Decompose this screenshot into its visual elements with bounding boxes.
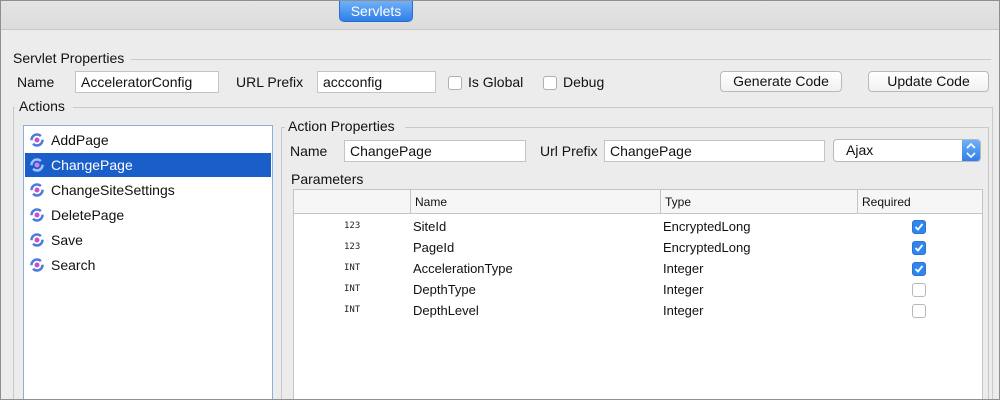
actions-list[interactable]: AddPage ChangePage ChangeSiteSettings De… <box>23 125 273 399</box>
column-header-name[interactable]: Name <box>411 190 661 214</box>
sync-icon <box>30 183 44 197</box>
check-icon <box>914 223 924 231</box>
list-item-search[interactable]: Search <box>25 253 271 277</box>
list-item-label: Save <box>51 232 83 248</box>
updown-chevron-icon <box>962 140 980 161</box>
param-type: Integer <box>663 282 704 297</box>
update-code-button[interactable]: Update Code <box>868 71 989 92</box>
servlet-url-prefix-label: URL Prefix <box>236 74 304 90</box>
tab-servlets[interactable]: Servlets <box>339 1 413 22</box>
type-tag: 123 <box>344 221 361 231</box>
param-name: DepthType <box>413 282 476 297</box>
param-type: EncryptedLong <box>663 240 751 255</box>
group-divider <box>131 59 991 60</box>
is-global-label: Is Global <box>468 74 524 90</box>
sync-icon <box>30 258 44 272</box>
type-tag: INT <box>344 305 361 315</box>
param-type: EncryptedLong <box>663 219 751 234</box>
method-select[interactable]: Ajax <box>833 139 981 162</box>
sync-icon <box>30 133 44 147</box>
tab-strip: Servlets <box>1 1 999 30</box>
required-checkbox[interactable] <box>912 283 926 297</box>
param-name: SiteId <box>413 219 447 234</box>
list-item-changepage[interactable]: ChangePage <box>25 153 271 177</box>
sync-icon <box>30 158 44 172</box>
generate-code-button[interactable]: Generate Code <box>720 71 842 92</box>
column-header-type[interactable]: Type <box>661 190 858 214</box>
sync-icon <box>30 233 44 247</box>
type-tag: 123 <box>344 242 361 252</box>
servlet-name-label: Name <box>17 74 55 90</box>
servlet-name-field[interactable]: AcceleratorConfig <box>75 71 219 93</box>
required-checkbox[interactable] <box>912 220 926 234</box>
required-checkbox[interactable] <box>912 262 926 276</box>
required-checkbox[interactable] <box>912 241 926 255</box>
action-properties-title: Action Properties <box>288 118 395 134</box>
list-item-label: AddPage <box>51 132 109 148</box>
action-name-field[interactable]: ChangePage <box>344 140 526 162</box>
list-item-label: ChangeSiteSettings <box>51 182 175 198</box>
method-select-value: Ajax <box>846 142 874 158</box>
list-item-addpage[interactable]: AddPage <box>25 128 271 152</box>
list-item-changesitesettings[interactable]: ChangeSiteSettings <box>25 178 271 202</box>
list-item-label: Search <box>51 257 96 273</box>
action-url-prefix-field[interactable]: ChangePage <box>604 140 825 162</box>
list-item-deletepage[interactable]: DeletePage <box>25 203 271 227</box>
param-type: Integer <box>663 261 704 276</box>
parameters-table[interactable]: Name Type Required 123 SiteId EncryptedL… <box>293 189 983 399</box>
debug-label: Debug <box>563 74 605 90</box>
list-item-save[interactable]: Save <box>25 228 271 252</box>
param-type: Integer <box>663 303 704 318</box>
check-icon <box>914 265 924 273</box>
debug-checkbox[interactable] <box>543 76 557 90</box>
servlet-properties-title: Servlet Properties <box>13 50 125 66</box>
required-checkbox[interactable] <box>912 304 926 318</box>
list-item-label: DeletePage <box>51 207 125 223</box>
check-icon <box>914 244 924 252</box>
app-window: Servlets Servlet Properties Name Acceler… <box>1 1 999 399</box>
action-name-label: Name <box>290 143 328 159</box>
type-tag: INT <box>344 263 361 273</box>
actions-title-overlay: Actions <box>19 98 65 114</box>
column-header-required[interactable]: Required <box>858 190 982 214</box>
list-item-label: ChangePage <box>51 157 133 173</box>
sync-icon <box>30 208 44 222</box>
param-name: AccelerationType <box>413 261 513 276</box>
param-name: PageId <box>413 240 455 255</box>
column-header-tag[interactable] <box>294 190 411 214</box>
servlet-url-prefix-field[interactable]: accconfig <box>317 71 436 93</box>
param-name: DepthLevel <box>413 303 479 318</box>
type-tag: INT <box>344 284 361 294</box>
action-url-prefix-label: Url Prefix <box>540 143 598 159</box>
is-global-checkbox[interactable] <box>448 76 462 90</box>
parameters-title: Parameters <box>291 171 364 187</box>
